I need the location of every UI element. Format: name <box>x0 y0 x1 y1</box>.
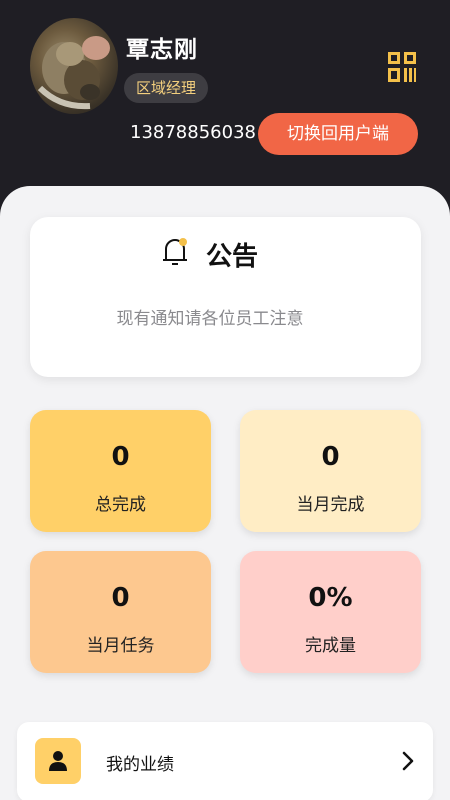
chevron-right-icon <box>401 750 415 772</box>
profile-page: 覃志刚 区域经理 13878856038 切换回用户端 公告 现有通知请各位员工… <box>0 0 450 800</box>
avatar[interactable] <box>30 18 118 114</box>
stat-label: 完成量 <box>305 636 356 656</box>
stat-value: 0 <box>111 583 130 613</box>
stat-label: 总完成 <box>95 495 146 515</box>
switch-to-user-button[interactable]: 切换回用户端 <box>258 113 418 155</box>
my-performance-row[interactable]: 我的业绩 <box>17 722 433 800</box>
qr-code-icon[interactable] <box>388 52 416 82</box>
profile-header: 覃志刚 区域经理 13878856038 切换回用户端 <box>0 0 450 200</box>
stat-value: 0% <box>308 583 353 613</box>
user-name: 覃志刚 <box>126 37 198 63</box>
my-performance-label: 我的业绩 <box>106 755 174 775</box>
stat-card-total-completed[interactable]: 0 总完成 <box>30 410 211 532</box>
phone-number: 13878856038 <box>130 122 256 143</box>
notice-title: 公告 <box>206 242 259 272</box>
stat-label: 当月完成 <box>296 495 365 515</box>
stat-value: 0 <box>321 442 340 472</box>
stat-card-month-tasks[interactable]: 0 当月任务 <box>30 551 211 673</box>
bell-icon <box>162 236 188 268</box>
stat-card-month-completed[interactable]: 0 当月完成 <box>240 410 421 532</box>
notice-message: 现有通知请各位员工注意 <box>116 309 304 329</box>
role-badge: 区域经理 <box>124 73 209 103</box>
stat-card-completion-rate[interactable]: 0% 完成量 <box>240 551 421 673</box>
stat-label: 当月任务 <box>86 636 155 656</box>
avatar-photo <box>37 36 110 110</box>
user-icon <box>35 738 81 784</box>
stat-value: 0 <box>111 442 130 472</box>
